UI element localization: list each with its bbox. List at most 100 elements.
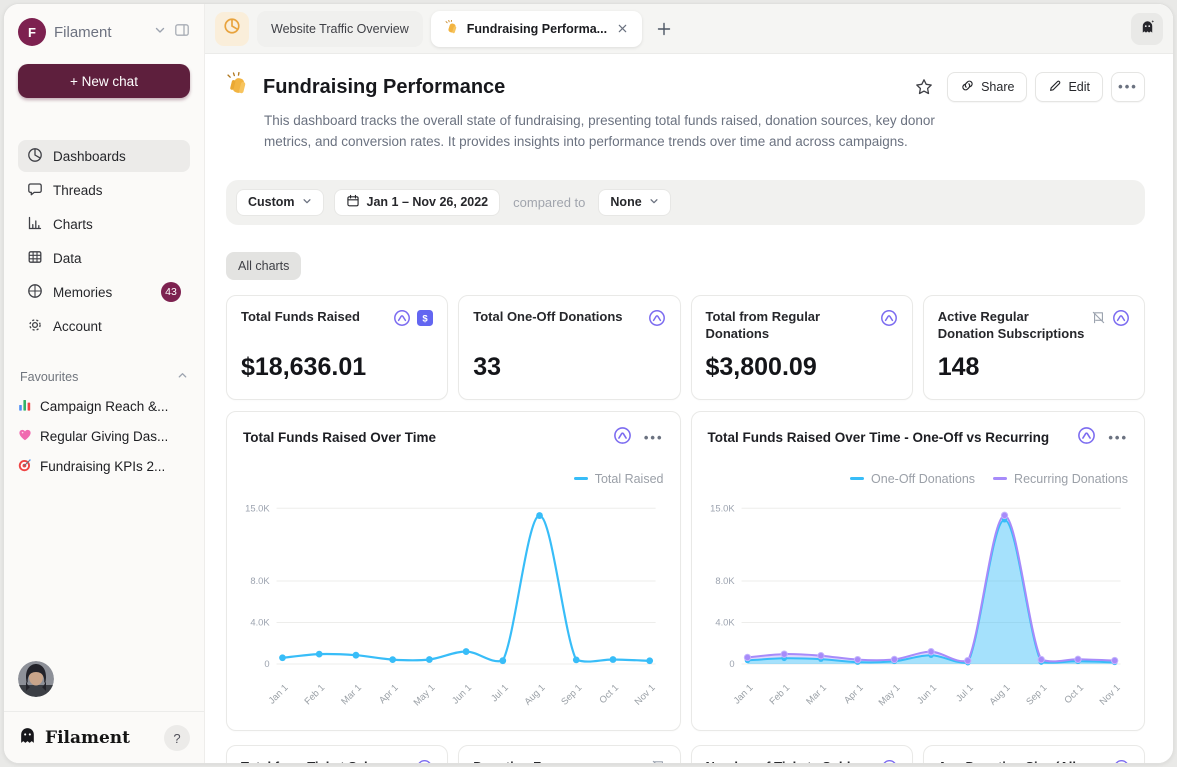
- ghost-sparkle-icon: [1139, 18, 1156, 40]
- sidebar-nav: Dashboards Threads Charts Data Memories …: [18, 140, 190, 342]
- kpi-card-active-regular-donation-subscriptions: Active Regular Donation Subscriptions 14…: [923, 295, 1145, 400]
- new-tab-button[interactable]: [650, 15, 678, 43]
- sidebar-item-label: Charts: [53, 217, 93, 232]
- sidebar-item-account[interactable]: Account: [18, 310, 190, 342]
- favourites-label: Favourites: [20, 370, 78, 384]
- close-tab-icon[interactable]: [617, 23, 628, 34]
- sidebar-item-label: Threads: [53, 183, 103, 198]
- assistant-ghost-button[interactable]: [1131, 13, 1163, 45]
- sidebar-item-memories[interactable]: Memories 43: [18, 276, 190, 308]
- sparkling-heart-emoji-icon: [18, 428, 32, 445]
- memories-count-badge: 43: [161, 282, 181, 302]
- favourite-item-campaign-reach[interactable]: Campaign Reach &...: [18, 398, 190, 415]
- favourite-item-label: Regular Giving Das...: [40, 429, 168, 444]
- kpi-card-number-of-tickets-sold: Number of Tickets Sold: [691, 745, 913, 763]
- svg-text:Apr 1: Apr 1: [841, 681, 865, 705]
- sidebar-item-data[interactable]: Data: [18, 242, 190, 274]
- workspace-switcher[interactable]: F Filament: [18, 18, 190, 46]
- legend-swatch: [993, 477, 1007, 480]
- chart-legend: One-Off Donations Recurring Donations: [708, 472, 1129, 486]
- page-content: Fundraising Performance Share Edit ••• T…: [205, 54, 1173, 763]
- sidebar-item-label: Data: [53, 251, 82, 266]
- legend-item: Total Raised: [574, 472, 664, 486]
- favourite-star-button[interactable]: [909, 72, 939, 102]
- dashboard-home-button[interactable]: [215, 12, 249, 46]
- chart-title: Total Funds Raised Over Time: [243, 430, 436, 445]
- share-label: Share: [981, 80, 1014, 94]
- memory-icon: [27, 283, 43, 302]
- sidebar-item-threads[interactable]: Threads: [18, 174, 190, 206]
- chevron-down-icon: [302, 195, 312, 209]
- tab-website-traffic-overview[interactable]: Website Traffic Overview: [257, 11, 423, 47]
- chevron-down-icon[interactable]: [154, 23, 166, 41]
- tab-label: Website Traffic Overview: [271, 22, 409, 36]
- svg-text:Jul 1: Jul 1: [488, 681, 510, 703]
- main-area: Website Traffic Overview Fundraising Per…: [205, 4, 1173, 763]
- tab-bar: Website Traffic Overview Fundraising Per…: [205, 4, 1173, 54]
- kpi-title: Avg Donation Size (All: [938, 759, 1076, 763]
- kpi-title: Total One-Off Donations: [473, 309, 622, 326]
- flag-slash-icon: [651, 759, 666, 763]
- comparison-dropdown[interactable]: None: [598, 189, 670, 216]
- share-button[interactable]: Share: [947, 72, 1027, 102]
- kpi-card-donation-form-conversion: Donation Form Conversion: [458, 745, 680, 763]
- kpi-type-badge-icon: [393, 309, 411, 332]
- more-actions-button[interactable]: •••: [1111, 72, 1145, 102]
- help-button[interactable]: ?: [164, 725, 190, 751]
- kpi-card-total-from-ticket-sales: Total from Ticket Sales: [226, 745, 448, 763]
- svg-text:Jun 1: Jun 1: [449, 681, 473, 705]
- sidebar-item-charts[interactable]: Charts: [18, 208, 190, 240]
- all-charts-chip[interactable]: All charts: [226, 252, 301, 280]
- workspace-name: Filament: [54, 24, 112, 41]
- svg-text:0: 0: [264, 658, 269, 669]
- kpi-card-total-funds-raised: Total Funds Raised $ $18,636.01: [226, 295, 448, 400]
- link-icon: [960, 78, 975, 96]
- chart-type-badge-icon: [613, 426, 632, 450]
- chevron-up-icon[interactable]: [177, 370, 188, 384]
- page-title: Fundraising Performance: [263, 76, 505, 99]
- sidebar-item-dashboards[interactable]: Dashboards: [18, 140, 190, 172]
- svg-text:Oct 1: Oct 1: [597, 681, 621, 705]
- svg-text:4.0K: 4.0K: [250, 616, 270, 627]
- svg-text:Feb 1: Feb 1: [766, 681, 791, 706]
- favourite-item-fundraising-kpis[interactable]: Fundraising KPIs 2...: [18, 458, 190, 475]
- sidebar-item-label: Memories: [53, 285, 112, 300]
- bar-chart-emoji-icon: [18, 398, 32, 415]
- date-range-value: Jan 1 – Nov 26, 2022: [367, 195, 489, 209]
- svg-text:Feb 1: Feb 1: [302, 681, 327, 706]
- kpi-title: Active Regular Donation Subscriptions: [938, 309, 1085, 343]
- sidebar-toggle-icon[interactable]: [174, 22, 190, 43]
- compared-to-label: compared to: [510, 195, 588, 210]
- tab-fundraising-performance[interactable]: Fundraising Performa...: [431, 11, 642, 47]
- legend-swatch: [850, 477, 864, 480]
- range-type-dropdown[interactable]: Custom: [236, 189, 324, 216]
- dollar-badge-icon: $: [417, 310, 433, 331]
- legend-item: Recurring Donations: [993, 472, 1128, 486]
- kpi-type-badge-icon: [880, 309, 898, 332]
- user-avatar[interactable]: [18, 661, 54, 697]
- gear-icon: [27, 317, 43, 336]
- legend-label: Total Raised: [595, 472, 664, 486]
- table-icon: [27, 249, 43, 268]
- date-range-button[interactable]: Jan 1 – Nov 26, 2022: [334, 189, 501, 216]
- legend-item: One-Off Donations: [850, 472, 975, 486]
- svg-text:Nov 1: Nov 1: [632, 681, 657, 706]
- svg-text:Apr 1: Apr 1: [376, 681, 400, 705]
- svg-text:Nov 1: Nov 1: [1096, 681, 1121, 706]
- kpi-title: Number of Tickets Sold: [706, 759, 851, 763]
- chart-legend: Total Raised: [243, 472, 664, 486]
- svg-text:May 1: May 1: [875, 681, 901, 707]
- kpi-value: $18,636.01: [241, 353, 433, 386]
- amber-pie-chart-icon: [223, 17, 241, 40]
- pie-chart-icon: [27, 147, 43, 166]
- favourites-list: Campaign Reach &... Regular Giving Das..…: [18, 398, 190, 475]
- kpi-type-badge-icon: [1112, 309, 1130, 332]
- stacked-area-chart: 04.0K8.0K15.0KJan 1Feb 1Mar 1Apr 1May 1J…: [708, 488, 1129, 726]
- svg-text:15.0K: 15.0K: [710, 502, 735, 513]
- kpi-title: Donation Form Conversion: [473, 759, 625, 763]
- sidebar-item-label: Dashboards: [53, 149, 126, 164]
- line-chart: 04.0K8.0K15.0KJan 1Feb 1Mar 1Apr 1May 1J…: [243, 488, 664, 726]
- favourite-item-regular-giving[interactable]: Regular Giving Das...: [18, 428, 190, 445]
- new-chat-button[interactable]: + New chat: [18, 64, 190, 98]
- edit-button[interactable]: Edit: [1035, 72, 1103, 102]
